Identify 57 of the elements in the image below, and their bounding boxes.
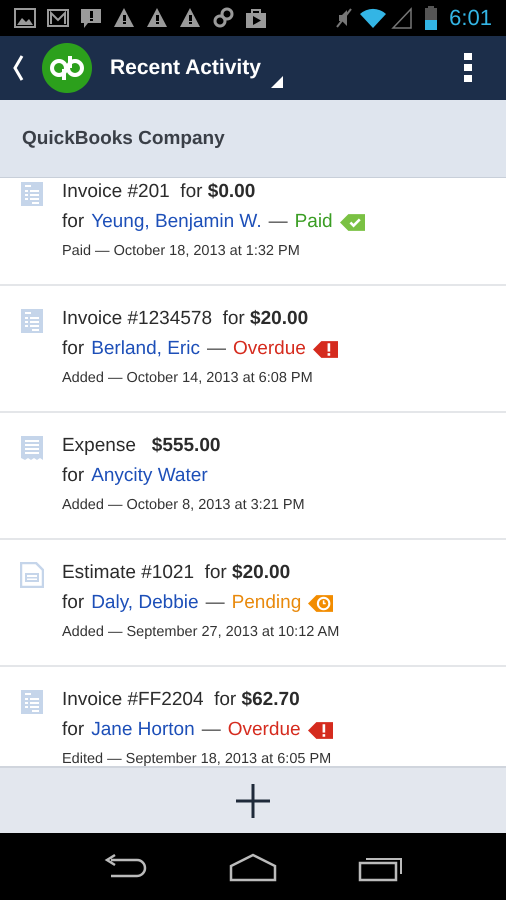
screen-title[interactable]: Recent Activity	[110, 56, 261, 80]
activity-date: Paid — October 18, 2013 at 1:32 PM	[62, 243, 301, 259]
for-label: for	[62, 592, 84, 614]
mail-icon	[47, 7, 69, 29]
for-label: for	[62, 211, 84, 233]
activity-title: Estimate #1021 for $20.00	[62, 561, 292, 585]
activity-date: Edited — September 18, 2013 at 6:05 PM	[62, 751, 332, 766]
link-icon	[212, 7, 234, 29]
invoice-icon	[20, 689, 44, 715]
company-name: QuickBooks Company	[22, 128, 225, 150]
signal-icon	[391, 7, 414, 29]
status-label: Paid	[294, 211, 333, 233]
document-icon	[20, 562, 44, 588]
battery-icon	[425, 6, 438, 30]
activity-date: Added — October 14, 2013 at 6:08 PM	[62, 370, 314, 386]
picture-notification-icon	[14, 7, 36, 29]
dropdown-corner-icon[interactable]	[270, 76, 283, 88]
alert-tag-icon	[312, 338, 338, 360]
for-label: for	[62, 719, 84, 741]
wifi-icon	[359, 7, 388, 29]
clock-tag-icon	[308, 592, 334, 614]
separator-dash: —	[202, 719, 221, 741]
activity-title: Invoice #1234578 for $20.00	[62, 307, 310, 331]
customer-link[interactable]: Anycity Water	[91, 465, 208, 487]
add-icon[interactable]	[236, 784, 270, 818]
alert-message-icon	[80, 7, 102, 29]
customer-link[interactable]: Yeung, Benjamin W.	[91, 211, 262, 233]
for-label: for	[62, 465, 84, 487]
for-label: for	[62, 338, 84, 360]
warning-icon	[113, 7, 135, 29]
overflow-menu-icon[interactable]	[464, 53, 472, 83]
alert-tag-icon	[308, 720, 333, 740]
separator-dash: —	[206, 592, 225, 614]
separator-dash: —	[268, 211, 288, 233]
status-label: Overdue	[228, 719, 301, 741]
app-logo-icon[interactable]	[42, 43, 92, 93]
activity-title: Invoice #FF2204 for $62.70	[62, 688, 301, 712]
activity-date: Added — September 27, 2013 at 10:12 AM	[62, 624, 340, 640]
back-icon[interactable]	[12, 54, 24, 82]
warning-icon	[146, 7, 168, 29]
receipt-icon	[20, 435, 44, 461]
check-tag-icon	[340, 212, 365, 232]
customer-link[interactable]: Jane Horton	[91, 719, 195, 741]
activity-date: Added — October 8, 2013 at 3:21 PM	[62, 497, 305, 513]
invoice-icon	[20, 308, 44, 334]
store-bag-icon	[245, 7, 267, 29]
customer-link[interactable]: Daly, Debbie	[91, 592, 199, 614]
separator-dash: —	[206, 338, 226, 360]
activity-title: Expense $555.00	[62, 434, 222, 458]
status-label: Pending	[232, 592, 302, 614]
status-label: Overdue	[232, 338, 306, 360]
home-nav-icon[interactable]	[228, 852, 278, 882]
warning-icon	[179, 7, 201, 29]
activity-title: Invoice #201 for $0.00	[62, 180, 256, 204]
clock-time: 6:01	[449, 5, 492, 31]
customer-link[interactable]: Berland, Eric	[91, 338, 200, 360]
invoice-icon	[20, 181, 44, 207]
